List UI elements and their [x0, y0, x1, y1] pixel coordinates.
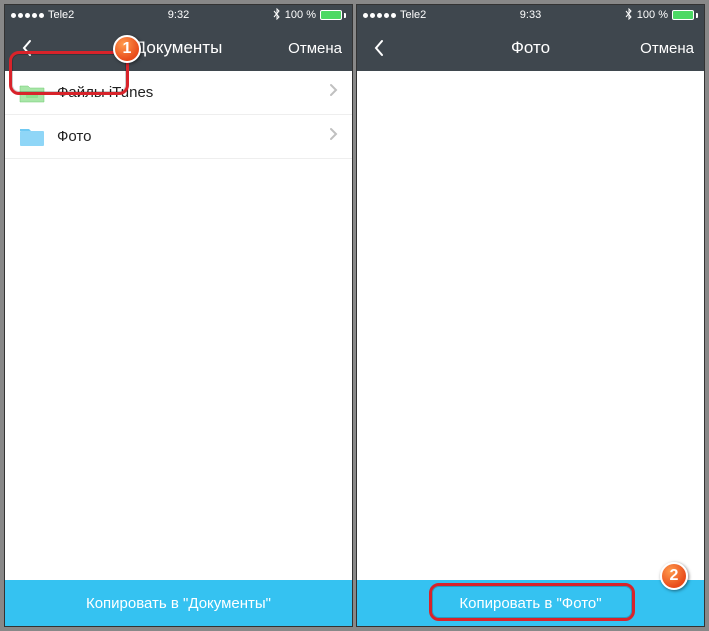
chevron-right-icon	[329, 127, 338, 146]
content-area	[357, 71, 704, 580]
folder-icon	[19, 126, 45, 148]
carrier-label: Tele2	[400, 9, 426, 21]
bluetooth-icon	[273, 8, 281, 23]
list-item-label: Фото	[57, 128, 317, 145]
phone-left: Tele2 9:32 100 % Документы Отмена	[4, 4, 353, 627]
folder-icon	[19, 82, 45, 104]
navigation-bar: Документы Отмена	[5, 25, 352, 71]
list-item-photo[interactable]: Фото	[5, 115, 352, 159]
signal-icon	[11, 13, 44, 18]
copy-button-label: Копировать в "Документы"	[86, 595, 271, 612]
battery-label: 100 %	[285, 9, 316, 21]
clock-label: 9:32	[168, 9, 189, 21]
bluetooth-icon	[625, 8, 633, 23]
copy-button-label: Копировать в "Фото"	[459, 595, 601, 612]
chevron-left-icon	[373, 39, 385, 57]
copy-button[interactable]: Копировать в "Фото" 2	[357, 580, 704, 626]
list-item-label: Файлы iTunes	[57, 84, 317, 101]
carrier-label: Tele2	[48, 9, 74, 21]
list-item-itunes[interactable]: Файлы iTunes	[5, 71, 352, 115]
back-button[interactable]	[367, 36, 391, 60]
page-title: Документы	[135, 38, 223, 58]
chevron-right-icon	[329, 83, 338, 102]
content-area: Файлы iTunes Фото 1	[5, 71, 352, 580]
clock-label: 9:33	[520, 9, 541, 21]
battery-icon	[320, 10, 346, 20]
phone-right: Tele2 9:33 100 % Фото Отмена	[356, 4, 705, 627]
cancel-button[interactable]: Отмена	[288, 40, 342, 57]
back-button[interactable]	[15, 36, 39, 60]
signal-icon	[363, 13, 396, 18]
status-bar: Tele2 9:32 100 %	[5, 5, 352, 25]
copy-button[interactable]: Копировать в "Документы"	[5, 580, 352, 626]
navigation-bar: Фото Отмена	[357, 25, 704, 71]
status-bar: Tele2 9:33 100 %	[357, 5, 704, 25]
chevron-left-icon	[21, 39, 33, 57]
cancel-button[interactable]: Отмена	[640, 40, 694, 57]
battery-label: 100 %	[637, 9, 668, 21]
page-title: Фото	[511, 38, 550, 58]
battery-icon	[672, 10, 698, 20]
